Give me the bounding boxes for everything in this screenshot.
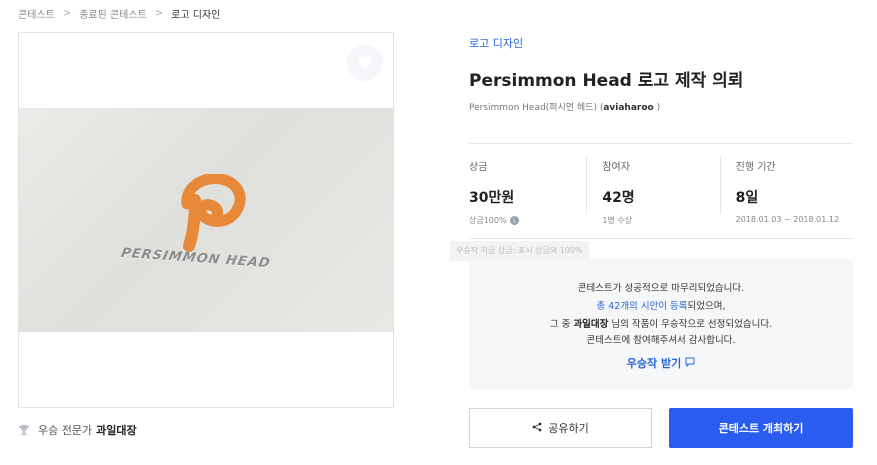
- stat-participants: 참여자 42명 1명 수상: [586, 144, 719, 238]
- stat-participants-sub: 1명 수상: [602, 216, 633, 225]
- contest-result-box: 콘테스트가 성공적으로 마무리되었습니다. 총 42개의 시안이 등록되었으며,…: [469, 259, 853, 389]
- breadcrumb-item-ended[interactable]: 종료된 콘테스트: [79, 6, 147, 21]
- speech-bubble-icon: [681, 357, 695, 370]
- host-contest-button[interactable]: 콘테스트 개최하기: [669, 408, 853, 448]
- submission-count-link[interactable]: 총 42개의 시안이 등록: [596, 301, 687, 312]
- stat-prize-sub: 상금100% i: [469, 215, 586, 226]
- breadcrumb: 콘테스트 > 종료된 콘테스트 > 로고 디자인: [18, 6, 220, 21]
- contest-subtitle: Persimmon Head(퍼시먼 헤드) (aviaharoo ): [469, 100, 660, 113]
- contest-title: Persimmon Head 로고 제작 의뢰: [469, 71, 744, 91]
- winner-label: 우승 전문가: [38, 424, 93, 437]
- stat-period: 진행 기간 8일 2018.01.03 ~ 2018.01.12: [719, 144, 853, 238]
- stat-period-sub: 2018.01.03 ~ 2018.01.12: [735, 215, 840, 224]
- prize-tooltip: 우승작 지급 상금: 표시 상금의 100%: [450, 241, 589, 261]
- share-button[interactable]: 공유하기: [469, 408, 652, 448]
- result-line-3-post: 님의 작품이 우승작으로 선정되었습니다.: [608, 319, 773, 330]
- result-line-1: 콘테스트가 성공적으로 마무리되었습니다.: [577, 283, 745, 294]
- stat-prize-value: 30만원: [469, 190, 515, 206]
- stat-participants-label: 참여자: [602, 162, 630, 173]
- result-line-4: 콘테스트에 참여해주셔서 감사합니다.: [586, 335, 736, 346]
- trophy-icon: [18, 424, 30, 436]
- stat-period-label: 진행 기간: [735, 162, 776, 173]
- result-line-3: 그 중 과일대장 님의 작품이 우승작으로 선정되었습니다.: [469, 316, 853, 330]
- receive-label: 우승작 받기: [626, 357, 682, 370]
- breadcrumb-separator: >: [62, 8, 72, 19]
- winner-name[interactable]: 과일대장: [96, 422, 136, 438]
- favorite-button[interactable]: [347, 45, 383, 81]
- breadcrumb-item-current: 로고 디자인: [171, 10, 221, 21]
- share-label: 공유하기: [548, 422, 589, 435]
- contest-photo: PERSIMMON HEAD: [19, 108, 393, 332]
- share-icon: [532, 422, 548, 435]
- client-username: aviaharoo: [603, 103, 654, 113]
- winner-info: 우승 전문가 과일대장: [18, 422, 137, 438]
- stat-prize-ratio: 상금100%: [469, 216, 507, 225]
- breadcrumb-separator: >: [154, 8, 164, 19]
- info-icon[interactable]: i: [509, 216, 519, 225]
- subtitle-close: ): [653, 103, 661, 113]
- stat-prize-label: 상금: [469, 162, 488, 173]
- contest-image-card: PERSIMMON HEAD: [18, 32, 394, 408]
- stat-period-value: 8일: [735, 190, 759, 206]
- heart-icon: [358, 54, 372, 73]
- winner-name-inline: 과일대장: [573, 319, 609, 330]
- stat-participants-value: 42명: [602, 190, 635, 206]
- stat-prize: 상금 30만원 상금100% i: [469, 144, 586, 238]
- receive-winning-work-link[interactable]: 우승작 받기: [469, 355, 853, 371]
- result-line-2-rest: 되었으며,: [687, 301, 726, 312]
- result-line-3-pre: 그 중: [549, 319, 574, 330]
- breadcrumb-item-contest[interactable]: 콘테스트: [18, 6, 55, 21]
- result-line-2: 총 42개의 시안이 등록되었으며,: [469, 298, 853, 312]
- persimmon-logo-icon: [177, 172, 249, 258]
- client-name: Persimmon Head(퍼시먼 헤드) (: [469, 103, 604, 113]
- contest-category[interactable]: 로고 디자인: [469, 35, 523, 51]
- contest-stats: 상금 30만원 상금100% i 참여자 42명 1명 수상 진행 기간 8일 …: [469, 143, 853, 239]
